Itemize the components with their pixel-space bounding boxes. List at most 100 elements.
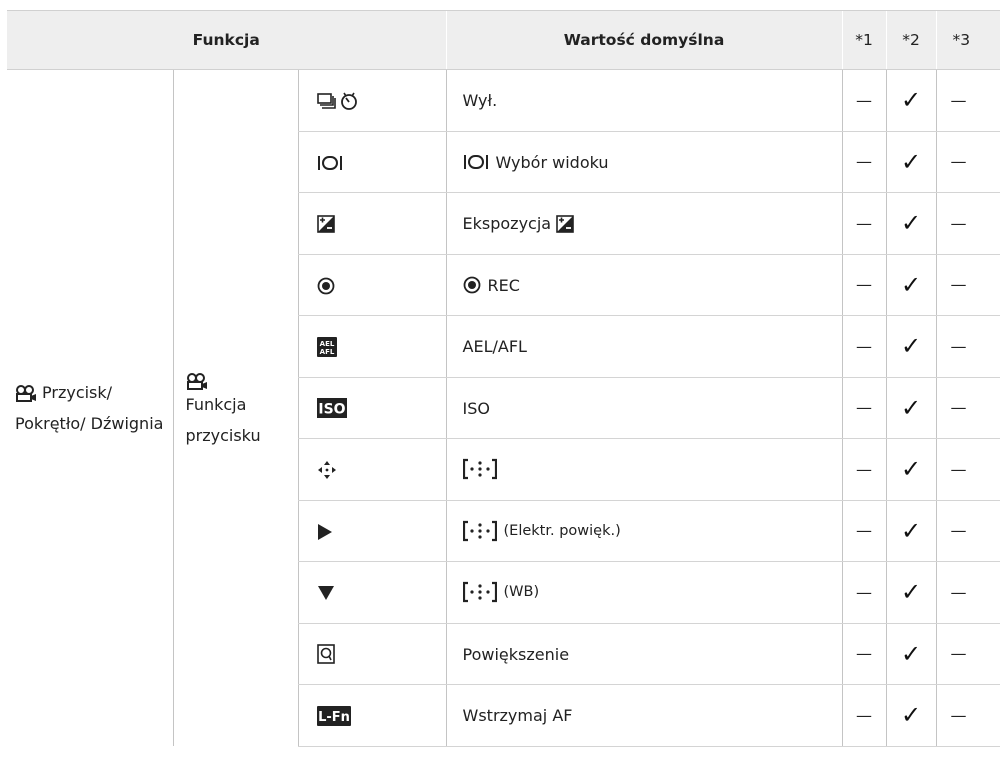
dash-cell: —	[841, 438, 887, 501]
check-mark-cell: ✓	[885, 254, 937, 316]
default-value-text: Ekspozycja	[462, 214, 552, 234]
check-icon: ✓	[900, 332, 922, 361]
check-icon: ✓	[900, 455, 922, 484]
row-icon-cell	[297, 69, 447, 132]
header-col-1: *1	[841, 10, 887, 70]
dash-cell: —	[935, 684, 1000, 747]
dash-icon: —	[856, 152, 873, 172]
dash-icon: —	[856, 90, 873, 110]
dash-icon: —	[856, 521, 873, 541]
check-icon: ✓	[900, 701, 922, 730]
default-value-text: Wstrzymaj AF	[462, 706, 573, 726]
default-value-cell: Powiększenie	[445, 623, 843, 685]
check-mark-cell: ✓	[885, 500, 937, 562]
default-value-cell: (WB)	[445, 561, 843, 624]
row-icon-cell: AEL AFL	[297, 315, 447, 378]
dash-icon: —	[856, 398, 873, 418]
magnify-frame-icon	[316, 644, 335, 664]
check-mark-cell: ✓	[885, 192, 937, 255]
function-group-label: Przycisk/ Pokrętło/ Dźwignia	[7, 70, 173, 747]
dash-icon: —	[950, 213, 967, 233]
af-target-icon	[462, 459, 497, 480]
svg-text:ISO: ISO	[318, 402, 345, 418]
check-mark-cell: ✓	[885, 69, 937, 132]
dash-cell: —	[841, 254, 887, 316]
dash-icon: —	[950, 644, 967, 664]
down-triangle-icon	[317, 583, 335, 602]
function-subgroup-text: Funkcja przycisku	[185, 395, 261, 445]
default-value-cell: REC	[445, 254, 843, 316]
dash-cell: —	[935, 192, 1000, 255]
l-fn-icon: L-Fn	[316, 705, 351, 726]
dash-icon: —	[950, 705, 967, 725]
dash-cell: —	[841, 69, 887, 132]
dash-cell: —	[935, 561, 1000, 624]
four-arrows-icon	[317, 459, 337, 479]
row-icon-cell	[297, 561, 447, 624]
default-value-cell: AEL/AFL	[445, 315, 843, 378]
svg-text:AEL: AEL	[319, 340, 334, 348]
dash-cell: —	[935, 377, 1000, 439]
dash-icon: —	[950, 152, 967, 172]
dash-cell: —	[935, 438, 1000, 501]
check-icon: ✓	[900, 209, 922, 238]
default-value-text: Wybór widoku	[495, 152, 609, 172]
check-icon: ✓	[900, 639, 922, 668]
dash-cell: —	[841, 377, 887, 439]
default-value-text: ISO	[462, 398, 490, 418]
default-value-text: Powiększenie	[462, 644, 570, 664]
dash-cell: —	[935, 131, 1000, 193]
dash-icon: —	[950, 90, 967, 110]
header-default-value: Wartość domyślna	[445, 10, 843, 70]
dash-cell: —	[841, 315, 887, 378]
check-icon: ✓	[900, 147, 922, 176]
dash-icon: —	[950, 336, 967, 356]
default-value-cell	[445, 438, 843, 501]
exposure-compensation-icon	[556, 213, 574, 233]
dash-cell: —	[841, 131, 887, 193]
row-icon-cell	[297, 438, 447, 501]
ael-afl-icon: AEL AFL	[316, 336, 337, 357]
dash-icon: —	[856, 275, 873, 295]
default-value-text: Wył.	[462, 91, 498, 111]
dash-icon: —	[856, 705, 873, 725]
view-selection-icon	[463, 152, 489, 171]
row-icon-cell	[297, 500, 447, 562]
af-target-icon	[462, 520, 497, 541]
exposure-compensation-icon	[316, 214, 335, 233]
row-icon-cell	[297, 254, 447, 316]
default-value-cell: (Elektr. powięk.)	[445, 500, 843, 562]
default-value-text: (Elektr. powięk.)	[503, 522, 621, 539]
movie-camera-icon	[15, 383, 37, 402]
row-icon-cell: ISO	[297, 377, 447, 439]
default-value-text: AEL/AFL	[462, 337, 527, 357]
check-mark-cell: ✓	[885, 623, 937, 685]
dash-icon: —	[950, 582, 967, 602]
dash-cell: —	[935, 315, 1000, 378]
default-value-text: REC	[487, 275, 520, 295]
check-icon: ✓	[900, 86, 922, 115]
header-col-3: *3	[935, 10, 1000, 70]
dash-icon: —	[856, 582, 873, 602]
row-icon-cell	[297, 131, 447, 193]
svg-text:AFL: AFL	[319, 348, 334, 356]
check-icon: ✓	[900, 270, 922, 299]
dash-cell: —	[841, 561, 887, 624]
dash-cell: —	[935, 500, 1000, 562]
default-settings-table: Funkcja Wartość domyślna *1 *2 *3 Przyci…	[7, 10, 1000, 747]
check-mark-cell: ✓	[885, 315, 937, 378]
record-icon	[463, 275, 481, 294]
check-icon: ✓	[900, 516, 922, 545]
record-icon	[317, 275, 335, 294]
dash-icon: —	[856, 213, 873, 233]
default-value-cell: Wył.	[445, 69, 843, 132]
dash-icon: —	[950, 275, 967, 295]
dash-cell: —	[935, 623, 1000, 685]
dash-icon: —	[950, 521, 967, 541]
dash-icon: —	[950, 459, 967, 479]
dash-cell: —	[841, 192, 887, 255]
table-header-row: Funkcja Wartość domyślna *1 *2 *3	[7, 10, 1000, 70]
check-icon: ✓	[900, 393, 922, 422]
default-value-cell: Wybór widoku	[445, 131, 843, 193]
check-mark-cell: ✓	[885, 131, 937, 193]
